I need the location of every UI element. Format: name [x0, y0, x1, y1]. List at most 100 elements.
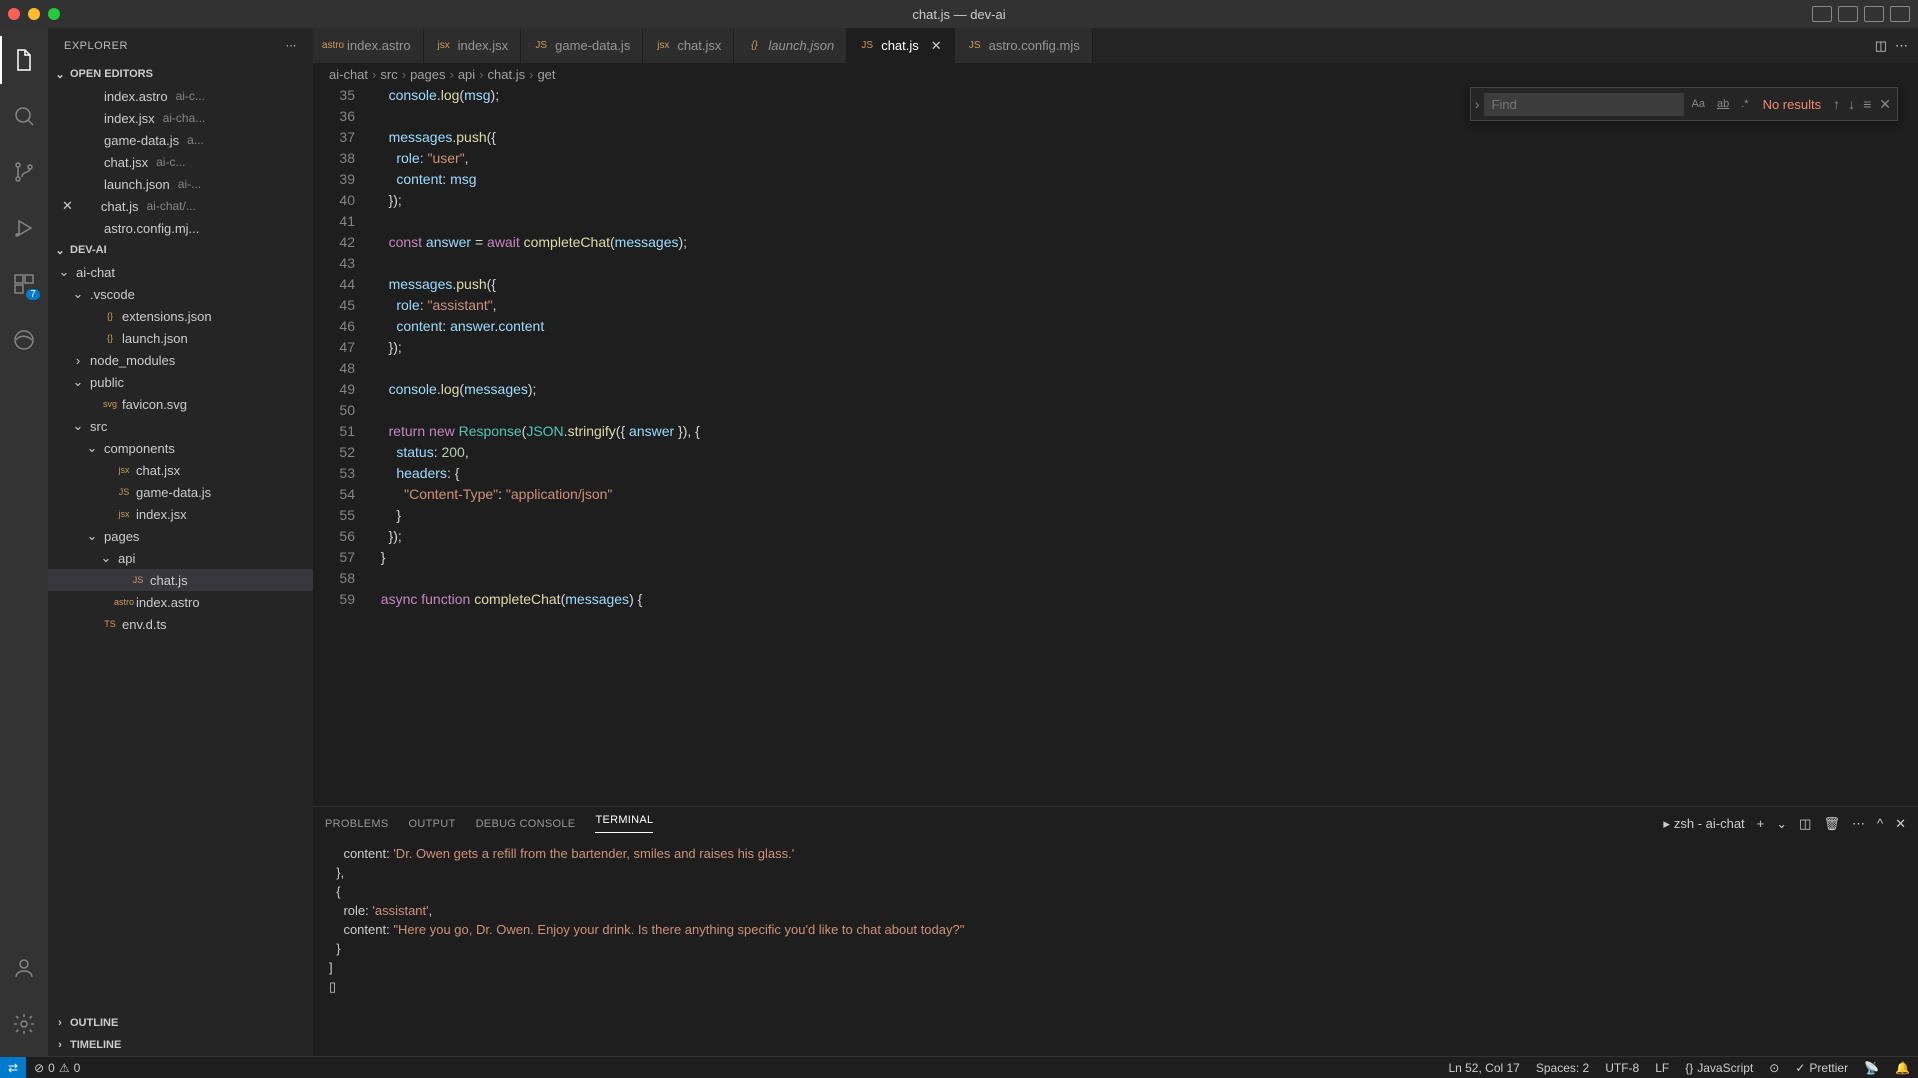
chevron-right-icon: › — [52, 1015, 68, 1031]
open-editor-item[interactable]: game-data.jsa... — [48, 129, 313, 151]
find-prev-button[interactable]: ↑ — [1831, 94, 1842, 115]
code-editor[interactable]: 3536373839404142434445464748495051525354… — [313, 85, 1918, 806]
open-editor-item[interactable]: index.astroai-c... — [48, 85, 313, 107]
breadcrumb-item[interactable]: src — [380, 67, 397, 82]
close-panel-button[interactable]: ✕ — [1895, 816, 1906, 832]
outline-section[interactable]: ›OUTLINE — [48, 1012, 313, 1034]
prettier-status[interactable]: ✓ Prettier — [1787, 1061, 1856, 1075]
close-window-button[interactable] — [8, 8, 20, 20]
find-close-button[interactable]: ✕ — [1877, 94, 1893, 115]
eol-status[interactable]: LF — [1647, 1061, 1677, 1075]
notifications-button[interactable]: 🔔 — [1887, 1061, 1918, 1075]
settings-button[interactable] — [0, 1000, 48, 1048]
tree-folder[interactable]: ⌄.vscode — [48, 283, 313, 305]
tree-folder[interactable]: ⌄ai-chat — [48, 261, 313, 283]
layout-panel-bottom-icon[interactable] — [1838, 6, 1858, 22]
file-icon: {} — [746, 38, 762, 54]
minimize-window-button[interactable] — [28, 8, 40, 20]
terminal-dropdown-button[interactable]: ⌄ — [1776, 816, 1787, 832]
tree-folder[interactable]: ›node_modules — [48, 349, 313, 371]
new-terminal-button[interactable]: + — [1757, 816, 1765, 831]
feedback-button[interactable]: 📡 — [1856, 1061, 1887, 1075]
timeline-section[interactable]: ›TIMELINE — [48, 1034, 313, 1056]
regex-button[interactable]: .* — [1737, 92, 1752, 117]
editor-tab[interactable]: jsxindex.jsx — [424, 28, 522, 63]
error-icon: ⊘ — [34, 1061, 44, 1075]
maximize-window-button[interactable] — [48, 8, 60, 20]
editor-tab[interactable]: jsxchat.jsx — [643, 28, 734, 63]
tree-folder[interactable]: ⌄api — [48, 547, 313, 569]
edge-tools-tab[interactable] — [0, 316, 48, 364]
language-status[interactable]: {} JavaScript — [1677, 1061, 1761, 1075]
maximize-panel-button[interactable]: ^ — [1877, 816, 1883, 831]
explorer-title: EXPLORER — [64, 40, 128, 52]
layout-panel-left-icon[interactable] — [1812, 6, 1832, 22]
breadcrumb-item[interactable]: get — [537, 67, 555, 82]
terminal-more-button[interactable]: ⋯ — [1852, 816, 1865, 832]
open-editor-item[interactable]: index.jsxai-cha... — [48, 107, 313, 129]
tree-folder[interactable]: ⌄components — [48, 437, 313, 459]
tree-file[interactable]: jsxchat.jsx — [48, 459, 313, 481]
accounts-button[interactable] — [0, 944, 48, 992]
breadcrumb-item[interactable]: ai-chat — [329, 67, 368, 82]
source-control-tab[interactable] — [0, 148, 48, 196]
tree-file[interactable]: jsxindex.jsx — [48, 503, 313, 525]
encoding-status[interactable]: UTF-8 — [1597, 1061, 1647, 1075]
terminal-selector[interactable]: ▸ zsh - ai-chat — [1663, 816, 1744, 832]
tree-file[interactable]: {}launch.json — [48, 327, 313, 349]
match-case-button[interactable]: Aa — [1688, 92, 1709, 117]
tree-file[interactable]: {}extensions.json — [48, 305, 313, 327]
copilot-status[interactable]: ⊙ — [1761, 1061, 1787, 1075]
close-tab-button[interactable]: ✕ — [931, 38, 942, 54]
explorer-tab[interactable] — [0, 36, 48, 84]
editor-tab[interactable]: JSgame-data.js — [521, 28, 643, 63]
split-editor-button[interactable]: ◫ — [1875, 38, 1887, 54]
open-editor-item[interactable]: launch.jsonai-... — [48, 173, 313, 195]
terminal-tab[interactable]: TERMINAL — [595, 814, 653, 833]
run-debug-tab[interactable] — [0, 204, 48, 252]
open-editor-item[interactable]: astro.config.mj... — [48, 217, 313, 239]
find-expand-button[interactable]: › — [1475, 94, 1480, 115]
tree-file[interactable]: JSgame-data.js — [48, 481, 313, 503]
problems-tab[interactable]: PROBLEMS — [325, 818, 389, 830]
editor-tab[interactable]: astroindex.astro — [313, 28, 424, 63]
tree-folder[interactable]: ⌄pages — [48, 525, 313, 547]
tree-folder[interactable]: ⌄public — [48, 371, 313, 393]
editor-tab[interactable]: JSchat.js✕ — [847, 28, 954, 63]
customize-layout-icon[interactable] — [1890, 6, 1910, 22]
open-editor-item[interactable]: chat.jsxai-c... — [48, 151, 313, 173]
breadcrumb-item[interactable]: chat.js — [488, 67, 526, 82]
errors-status[interactable]: ⊘0 ⚠0 — [26, 1061, 88, 1075]
find-input[interactable] — [1484, 93, 1684, 116]
tree-file[interactable]: astroindex.astro — [48, 591, 313, 613]
close-icon[interactable]: ✕ — [62, 198, 73, 214]
open-editors-section[interactable]: ⌄OPEN EDITORS — [48, 63, 313, 85]
breadcrumb-item[interactable]: api — [458, 67, 475, 82]
layout-panel-right-icon[interactable] — [1864, 6, 1884, 22]
remote-button[interactable]: ⇄ — [0, 1057, 26, 1078]
tree-file[interactable]: JSchat.js — [48, 569, 313, 591]
editor-tab[interactable]: {}launch.json — [734, 28, 847, 63]
extensions-tab[interactable]: 7 — [0, 260, 48, 308]
terminal-output[interactable]: content: 'Dr. Owen gets a refill from th… — [313, 840, 1918, 1056]
tree-file[interactable]: TSenv.d.ts — [48, 613, 313, 635]
tree-folder[interactable]: ⌄src — [48, 415, 313, 437]
breadcrumbs[interactable]: ai-chat›src›pages›api›chat.js›get — [313, 63, 1918, 85]
match-word-button[interactable]: ab — [1713, 92, 1733, 117]
find-next-button[interactable]: ↓ — [1846, 94, 1857, 115]
editor-tab[interactable]: JSastro.config.mjs — [955, 28, 1093, 63]
output-tab[interactable]: OUTPUT — [409, 818, 456, 830]
debug-console-tab[interactable]: DEBUG CONSOLE — [476, 818, 576, 830]
open-editor-item[interactable]: ✕chat.jsai-chat/... — [48, 195, 313, 217]
breadcrumb-item[interactable]: pages — [410, 67, 445, 82]
cursor-position[interactable]: Ln 52, Col 17 — [1440, 1061, 1527, 1075]
split-terminal-button[interactable]: ◫ — [1799, 816, 1811, 832]
find-selection-button[interactable]: ≡ — [1861, 94, 1873, 115]
workspace-section[interactable]: ⌄DEV-AI — [48, 239, 313, 261]
indentation-status[interactable]: Spaces: 2 — [1528, 1061, 1597, 1075]
more-actions-button[interactable]: ⋯ — [1895, 38, 1908, 54]
explorer-more-button[interactable]: ⋯ — [286, 39, 298, 52]
search-tab[interactable] — [0, 92, 48, 140]
tree-file[interactable]: svgfavicon.svg — [48, 393, 313, 415]
kill-terminal-button[interactable]: 🗑 — [1823, 816, 1840, 832]
